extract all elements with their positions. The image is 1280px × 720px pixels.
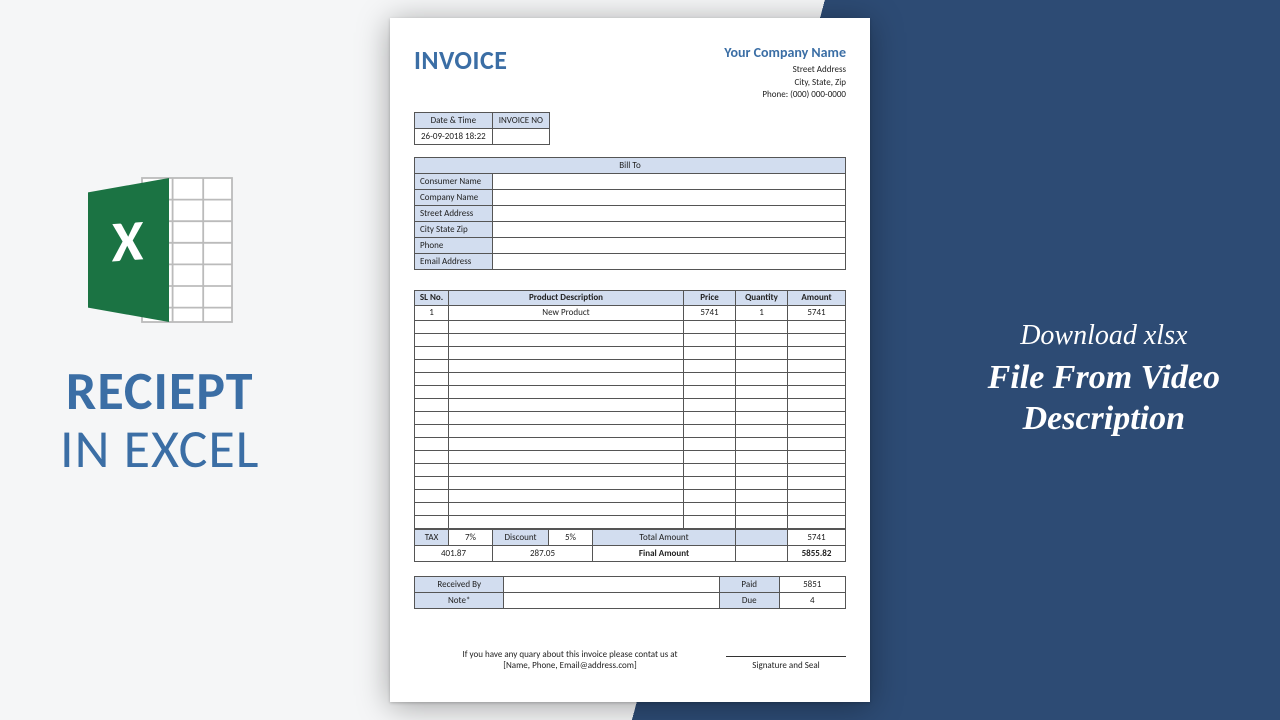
received-table: Received By Paid 5851 Note* Due 4 <box>414 576 846 609</box>
item-qty: 1 <box>736 305 788 320</box>
billto-email-value <box>493 253 846 269</box>
discount-pct: 5% <box>549 529 593 545</box>
note-label: Note* <box>415 592 504 608</box>
tax-value: 401.87 <box>415 545 493 561</box>
items-header-price: Price <box>684 290 736 305</box>
billto-street-label: Street Address <box>415 205 493 221</box>
note-value <box>504 592 720 608</box>
billto-phone-label: Phone <box>415 237 493 253</box>
paid-label: Paid <box>719 576 779 592</box>
final-label: Final Amount <box>593 545 736 561</box>
company-phone: Phone: (000) 000-0000 <box>724 89 846 102</box>
callout-line1: File From Video <box>988 358 1220 399</box>
download-callout: Download xlsx File From Video Descriptio… <box>988 320 1220 440</box>
invoice-title: INVOICE <box>414 44 507 76</box>
tax-pct: 7% <box>449 529 493 545</box>
invno-value <box>492 128 549 144</box>
title-reciept: RECIEPT <box>60 358 259 424</box>
due-label: Due <box>719 592 779 608</box>
items-header-qty: Quantity <box>736 290 788 305</box>
item-amt: 5741 <box>788 305 846 320</box>
item-desc: New Product <box>449 305 684 320</box>
billto-email-label: Email Address <box>415 253 493 269</box>
company-citystate: City, State, Zip <box>724 77 846 90</box>
billto-header: Bill To <box>415 157 846 173</box>
footer-line2: [Name, Phone, Email@address.com] <box>414 660 726 671</box>
date-value: 26-09-2018 18:22 <box>415 128 493 144</box>
company-street: Street Address <box>724 64 846 77</box>
received-value <box>504 576 720 592</box>
date-label: Date & Time <box>415 112 493 128</box>
billto-street-value <box>493 205 846 221</box>
invno-label: INVOICE NO <box>492 112 549 128</box>
items-header-amt: Amount <box>788 290 846 305</box>
items-table: SL No. Product Description Price Quantit… <box>414 290 846 529</box>
tax-label: TAX <box>415 529 449 545</box>
items-header-desc: Product Description <box>449 290 684 305</box>
callout-line2: Description <box>988 399 1220 440</box>
paid-value: 5851 <box>779 576 846 592</box>
invoice-document: INVOICE Your Company Name Street Address… <box>390 18 870 702</box>
item-price: 5741 <box>684 305 736 320</box>
final-value: 5855.82 <box>788 545 846 561</box>
total-label: Total Amount <box>593 529 736 545</box>
billto-consumer-label: Consumer Name <box>415 173 493 189</box>
billto-phone-value <box>493 237 846 253</box>
left-branding: X RECIEPT IN EXCEL <box>60 160 259 475</box>
excel-icon: X <box>70 160 250 340</box>
billto-consumer-value <box>493 173 846 189</box>
footer-line1: If you have any quary about this invoice… <box>414 649 726 660</box>
date-invoice-table: Date & Time INVOICE NO 26-09-2018 18:22 <box>414 112 550 145</box>
billto-citystate-label: City State Zip <box>415 221 493 237</box>
item-sl: 1 <box>415 305 449 320</box>
discount-value: 287.05 <box>493 545 593 561</box>
company-name: Your Company Name <box>724 44 846 61</box>
callout-sub: Download xlsx <box>988 320 1220 352</box>
due-value: 4 <box>779 592 846 608</box>
totals-table: TAX 7% Discount 5% Total Amount 5741 401… <box>414 529 846 562</box>
discount-label: Discount <box>493 529 549 545</box>
billto-table: Bill To Consumer Name Company Name Stree… <box>414 157 846 270</box>
received-label: Received By <box>415 576 504 592</box>
billto-company-label: Company Name <box>415 189 493 205</box>
billto-company-value <box>493 189 846 205</box>
signature-label: Signature and Seal <box>726 656 846 671</box>
billto-citystate-value <box>493 221 846 237</box>
title-inexcel: IN EXCEL <box>60 424 259 475</box>
items-header-sl: SL No. <box>415 290 449 305</box>
total-value: 5741 <box>788 529 846 545</box>
svg-text:X: X <box>111 205 143 277</box>
invoice-footer: If you have any quary about this invoice… <box>414 649 846 671</box>
